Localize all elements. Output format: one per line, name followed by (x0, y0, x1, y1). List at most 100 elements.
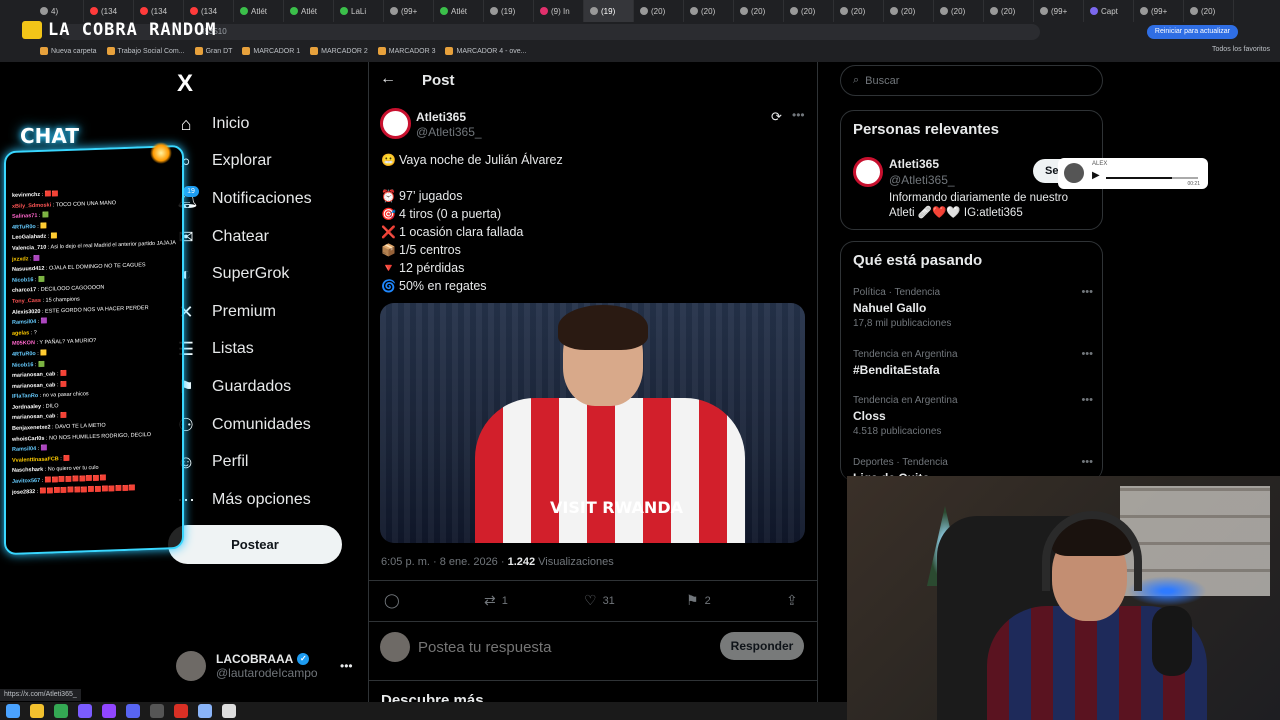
nav-item-comunidades[interactable]: ⚇ Comunidades (176, 406, 312, 444)
browser-tab[interactable]: (20) (984, 0, 1034, 22)
nav-item-chatear[interactable]: ✉ Chatear (176, 218, 312, 256)
browser-tab[interactable]: (20) (1184, 0, 1234, 22)
trend-more-icon[interactable]: ••• (1081, 394, 1093, 406)
browser-tab[interactable]: (134 (134, 0, 184, 22)
chat-username: agelas (12, 329, 30, 337)
chat-text: 🟪 (33, 255, 40, 262)
browser-tab[interactable]: Atlét (284, 0, 334, 22)
trend-item[interactable]: Tendencia en Argentina #BenditaEstafa ••• (853, 348, 1093, 378)
search-box[interactable]: ⌕ (840, 65, 1103, 96)
relevant-avatar[interactable] (853, 157, 883, 187)
reply-submit-button[interactable]: Responder (720, 632, 804, 660)
bookmark-item[interactable]: MARCADOR 3 (377, 47, 435, 55)
app-icon[interactable] (174, 704, 188, 718)
reply-button[interactable]: ◯ (384, 592, 406, 609)
bookmark-label: Gran DT (205, 47, 233, 55)
browser-tab[interactable]: Capt (1084, 0, 1134, 22)
bookmark-item[interactable]: Gran DT (194, 47, 233, 55)
tab-label: (134 (201, 6, 218, 16)
grok-explain-icon[interactable]: ⟳ (771, 109, 782, 125)
like-button[interactable]: ♡ 31 (584, 592, 615, 609)
audio-progress[interactable] (1106, 177, 1198, 179)
nav-item-más-opciones[interactable]: ⋯ Más opciones (176, 481, 312, 519)
tab-favicon-icon (190, 7, 198, 15)
folder-icon[interactable] (30, 704, 44, 718)
nav-item-explorar[interactable]: ⌕ Explorar (176, 143, 312, 181)
bookmark-item[interactable]: MARCADOR 1 (242, 47, 300, 55)
windows-icon[interactable] (6, 704, 20, 718)
browser-tab[interactable]: (134 (184, 0, 234, 22)
post-button[interactable]: Postear (168, 525, 342, 564)
browser-tab[interactable]: (134 (84, 0, 134, 22)
post-timestamp[interactable]: 6:05 p. m. · 8 ene. 2026 · (381, 556, 508, 568)
browser-tab[interactable]: Atlét (234, 0, 284, 22)
app-icon[interactable] (198, 704, 212, 718)
account-more-icon[interactable]: ••• (340, 659, 353, 673)
twitch-icon[interactable] (102, 704, 116, 718)
verified-icon: ✓ (297, 653, 310, 665)
nav-item-supergrok[interactable]: ◐ SuperGrok (176, 255, 312, 293)
trend-category: Política · Tendencia (853, 287, 941, 298)
bookmark-item[interactable]: MARCADOR 2 (310, 47, 368, 55)
trend-item[interactable]: Política · Tendencia Nahuel Gallo 17,8 mil… (853, 286, 1093, 332)
bookmark-folder-icon (377, 47, 386, 55)
post-more-icon[interactable]: ••• (792, 108, 805, 122)
divider (369, 680, 817, 681)
repost-button[interactable]: ⇄ 1 (484, 592, 508, 609)
app-icon[interactable] (78, 704, 92, 718)
relevant-name[interactable]: Atleti365 (889, 157, 939, 171)
play-icon[interactable]: ▶ (1092, 170, 1100, 181)
trend-more-icon[interactable]: ••• (1081, 286, 1093, 298)
nav-item-listas[interactable]: ☰ Listas (176, 331, 312, 369)
nav-item-guardados[interactable]: ⚑ Guardados (176, 368, 312, 406)
all-bookmarks-button[interactable]: Todos los favoritos (1212, 46, 1270, 53)
bookmark-button[interactable]: ⚑ 2 (686, 592, 711, 609)
bookmark-item[interactable]: Nueva carpeta (40, 47, 97, 55)
nav-item-perfil[interactable]: ☺ Perfil (176, 443, 312, 481)
nav-item-inicio[interactable]: ⌂ Inicio (176, 105, 312, 143)
browser-tab[interactable]: (20) (834, 0, 884, 22)
audio-progress-fill (1106, 177, 1173, 179)
discord-icon[interactable] (126, 704, 140, 718)
author-handle[interactable]: @Atleti365_ (416, 125, 482, 139)
browser-tab[interactable]: (99+ (384, 0, 434, 22)
chat-username: Tony_Cass (12, 297, 41, 305)
obs-icon[interactable] (150, 704, 164, 718)
line-break (381, 169, 563, 187)
browser-tab[interactable]: (19) (484, 0, 534, 22)
browser-tab[interactable]: (99+ (1034, 0, 1084, 22)
browser-tab[interactable]: Atlét (434, 0, 484, 22)
tweet-line: 🌀 50% en regates (381, 277, 563, 295)
browser-tab[interactable]: (20) (684, 0, 734, 22)
browser-tab[interactable]: (20) (884, 0, 934, 22)
trend-item[interactable]: Tendencia en Argentina Closs 4.518 publica… (853, 394, 1093, 440)
app-icon[interactable] (222, 704, 236, 718)
relevant-handle[interactable]: @Atleti365_ (889, 173, 955, 187)
browser-tab[interactable]: (20) (934, 0, 984, 22)
browser-tab[interactable]: (19) (584, 0, 634, 22)
author-avatar[interactable] (380, 108, 411, 139)
restart-update-button[interactable]: Reiniciar para actualizar (1146, 25, 1238, 39)
browser-tab[interactable]: (9) In (534, 0, 584, 22)
back-arrow-icon[interactable]: ← (380, 70, 396, 88)
account-switcher[interactable]: LACOBRAAA ✓ @lautarodeIcampo (176, 651, 318, 681)
browser-tab[interactable]: (20) (784, 0, 834, 22)
trend-more-icon[interactable]: ••• (1081, 456, 1093, 468)
share-button[interactable]: ⇪ (786, 592, 798, 609)
browser-tab[interactable]: (99+ (1134, 0, 1184, 22)
browser-tab[interactable]: (20) (634, 0, 684, 22)
browser-tab[interactable]: 4) (34, 0, 84, 22)
browser-tab[interactable]: LaLi (334, 0, 384, 22)
search-input[interactable] (865, 74, 1066, 87)
author-name[interactable]: Atleti365 (416, 110, 466, 124)
bookmark-item[interactable]: MARCADOR 4 - ove... (445, 47, 527, 55)
chat-text: 🟥 (60, 381, 67, 388)
reply-input[interactable] (418, 636, 708, 658)
nav-item-premium[interactable]: ✕ Premium (176, 293, 312, 331)
x-logo-icon[interactable]: X (177, 70, 193, 98)
browser-tab[interactable]: (20) (734, 0, 784, 22)
bookmark-item[interactable]: Trabajo Social Com... (106, 47, 185, 55)
trend-more-icon[interactable]: ••• (1081, 348, 1093, 360)
tweet-image[interactable]: VISIT RWANDA (380, 303, 805, 543)
chrome-icon[interactable] (54, 704, 68, 718)
